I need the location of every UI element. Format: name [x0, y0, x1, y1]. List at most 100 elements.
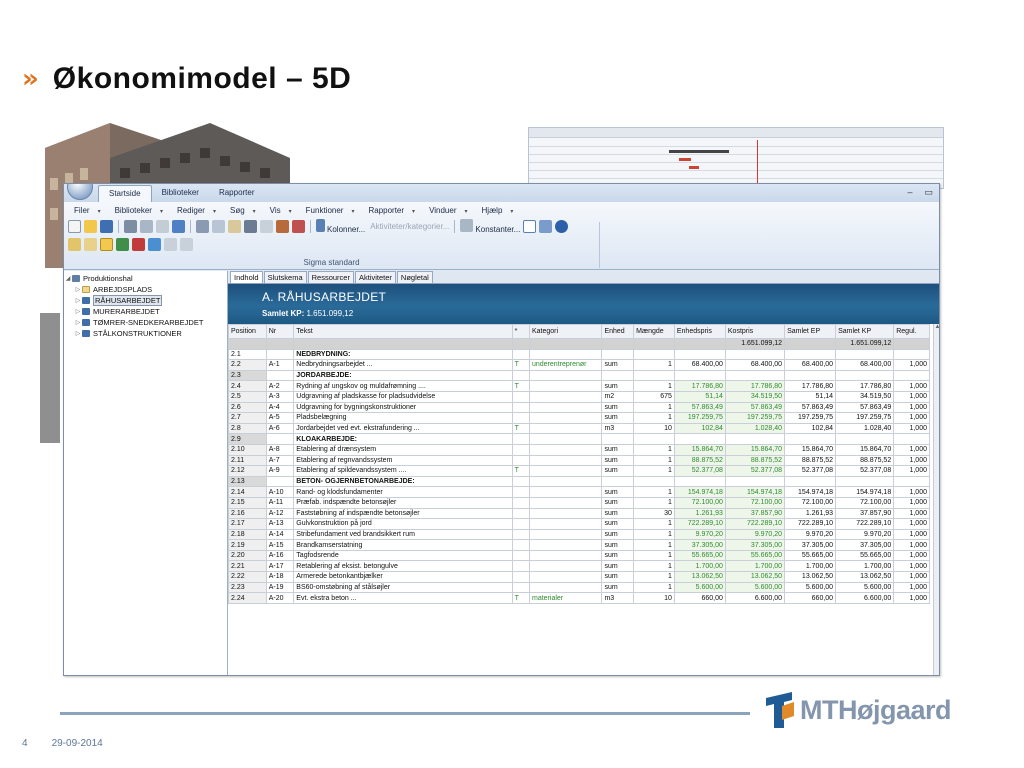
cell-enhed[interactable]: sum — [601, 486, 635, 498]
cut-icon[interactable] — [196, 219, 209, 233]
cell-star[interactable] — [511, 571, 531, 583]
ribbon-tab-biblioteker[interactable]: Biblioteker — [152, 185, 209, 202]
cell-nr[interactable]: A-10 — [265, 486, 295, 498]
cell-kategori[interactable] — [528, 581, 603, 594]
cell-enhedspris[interactable]: 5.600,00 — [673, 581, 726, 594]
cell-enhed[interactable]: sum — [601, 581, 635, 594]
menu-vinduer[interactable]: Vinduer ▾ — [423, 206, 473, 215]
details-icon[interactable] — [100, 237, 113, 251]
cell-position[interactable]: 2.8 — [228, 422, 267, 435]
cell-maengde[interactable]: 10 — [633, 592, 675, 604]
cell-star[interactable] — [511, 369, 531, 382]
cell-samlet-ep[interactable]: 15.864,70 — [784, 443, 837, 456]
table-row[interactable]: 2.19 A-15 Brandkamserstatning sum 1 37.305,00… — [228, 539, 930, 551]
cell-kostpris[interactable] — [724, 348, 786, 361]
cell-nr[interactable]: A-18 — [265, 571, 295, 583]
cell-position[interactable]: 2.9 — [228, 433, 267, 445]
cell-enhedspris[interactable] — [673, 475, 726, 488]
cell-tekst[interactable]: Etablering af drænsystem — [293, 443, 513, 456]
cell-kostpris[interactable]: 1.028,40 — [724, 422, 786, 435]
cell-kostpris[interactable]: 52.377,08 — [724, 465, 786, 477]
cell-enhedspris[interactable]: 88.875,52 — [673, 454, 726, 467]
cell-kategori[interactable] — [528, 560, 603, 573]
col-enhed[interactable]: Enhed — [601, 324, 635, 339]
cell-regul[interactable] — [893, 433, 930, 445]
cell-tekst[interactable]: KLOAKARBEJDE: — [293, 433, 513, 445]
tree-item-rahusarbejdet[interactable]: ▷ RÅHUSARBEJDET — [64, 295, 227, 306]
cell-tekst[interactable]: Udgravning af pladskasse for pladsudvide… — [293, 390, 513, 403]
col-kategori[interactable]: Kategori — [528, 324, 603, 339]
cell-kategori[interactable] — [528, 571, 603, 583]
minimize-icon[interactable]: – — [907, 187, 912, 198]
cell-tekst[interactable]: Etablering af regnvandssystem — [293, 454, 513, 467]
cell-kategori[interactable] — [528, 507, 603, 520]
cell-position[interactable]: 2.5 — [228, 390, 267, 403]
cell-tekst[interactable]: JORDARBEJDE: — [293, 369, 513, 382]
cell-tekst[interactable]: Faststøbning af indspændte betonsøjler — [293, 507, 513, 520]
cell-samlet-ep[interactable]: 154.974,18 — [784, 486, 837, 498]
cell-nr[interactable] — [265, 369, 295, 382]
expand-icon[interactable]: ▷ — [74, 319, 82, 326]
cell-position[interactable]: 2.12 — [228, 465, 267, 477]
cell-samlet-kp[interactable]: 6.600,00 — [835, 592, 895, 604]
cell-tekst[interactable]: Evt. ekstra beton ... — [293, 592, 513, 604]
tree-item-murerarbejdet[interactable]: ▷ MURERARBEJDET — [64, 306, 227, 317]
cell-enhedspris[interactable]: 722.289,10 — [673, 518, 726, 530]
cell-position[interactable]: 2.15 — [228, 496, 267, 509]
table-row[interactable]: 2.11 A-7 Etablering af regnvandssystem sum 1… — [228, 454, 930, 467]
cell-nr[interactable]: A-2 — [265, 380, 295, 392]
table-row[interactable]: 2.21 A-17 Retablering af eksist. betongulv… — [228, 560, 930, 573]
cell-kategori[interactable] — [528, 348, 603, 361]
table-row[interactable]: 2.2 A-1 Nedbrydningsarbejdet ... Tunderentr… — [228, 359, 930, 371]
cell-star[interactable] — [511, 412, 531, 424]
cell-maengde[interactable]: 1 — [633, 359, 675, 371]
cell-maengde[interactable]: 1 — [633, 465, 675, 477]
cell-tekst[interactable]: NEDBRYDNING: — [293, 348, 513, 361]
cell-enhed[interactable]: sum — [601, 507, 635, 520]
cell-enhed[interactable]: m2 — [601, 390, 635, 403]
ribbon-tab-startside[interactable]: Startside — [98, 185, 152, 202]
cell-samlet-kp[interactable] — [835, 348, 895, 361]
cell-samlet-kp[interactable]: 15.864,70 — [835, 443, 895, 456]
check-icon[interactable] — [260, 219, 273, 233]
cell-star[interactable] — [511, 475, 531, 488]
cell-regul[interactable]: 1,000 — [893, 390, 930, 403]
chart-icon[interactable] — [148, 237, 161, 251]
cell-samlet-ep[interactable]: 55.665,00 — [784, 549, 837, 562]
cell-samlet-ep[interactable]: 5.600,00 — [784, 581, 837, 594]
col-position[interactable]: Position — [228, 324, 267, 339]
table-row[interactable]: 2.5 A-3 Udgravning af pladskasse for plads… — [228, 390, 930, 403]
cell-kostpris[interactable]: 17.786,80 — [724, 380, 786, 392]
cell-maengde[interactable]: 1 — [633, 486, 675, 498]
tree-item-tomrer-snedkerarbejdet[interactable]: ▷ TØMRER-SNEDKERARBEJDET — [64, 317, 227, 328]
cell-star[interactable] — [511, 496, 531, 509]
cell-position[interactable]: 2.16 — [228, 507, 267, 520]
expand-icon[interactable]: ▷ — [74, 330, 82, 337]
cell-enhedspris[interactable]: 55.665,00 — [673, 549, 726, 562]
tab-ressourcer[interactable]: Ressourcer — [307, 271, 354, 283]
cell-kostpris[interactable]: 154.974,18 — [724, 486, 786, 498]
cell-star[interactable] — [511, 528, 531, 541]
cell-samlet-ep[interactable]: 88.875,52 — [784, 454, 837, 467]
cell-kategori[interactable] — [528, 454, 603, 467]
tree-root[interactable]: ◢ Produktionshal — [64, 273, 227, 284]
cell-kostpris[interactable]: 9.970,20 — [724, 528, 786, 541]
cell-nr[interactable]: A-3 — [265, 390, 295, 403]
scroll-up-icon[interactable]: ▲ — [934, 324, 939, 330]
cell-position[interactable]: 2.19 — [228, 539, 267, 551]
percent-icon[interactable] — [276, 219, 289, 233]
vertical-scrollbar[interactable]: ▲ — [933, 324, 939, 675]
cell-enhed[interactable]: sum — [601, 454, 635, 467]
menu-sog[interactable]: Søg ▾ — [224, 206, 262, 215]
cell-star[interactable]: T — [511, 592, 531, 604]
cell-position[interactable]: 2.17 — [228, 518, 267, 530]
cell-regul[interactable]: 1,000 — [893, 528, 930, 541]
cell-samlet-ep[interactable]: 57.863,49 — [784, 401, 837, 414]
expand-icon[interactable]: ▷ — [74, 308, 82, 315]
cell-kategori[interactable] — [528, 369, 603, 382]
cell-nr[interactable] — [265, 433, 295, 445]
cell-regul[interactable]: 1,000 — [893, 422, 930, 435]
cell-tekst[interactable]: Armerede betonkantbjælker — [293, 571, 513, 583]
cell-tekst[interactable]: Præfab. indspændte betonsøjler — [293, 496, 513, 509]
cell-maengde[interactable]: 1 — [633, 528, 675, 541]
